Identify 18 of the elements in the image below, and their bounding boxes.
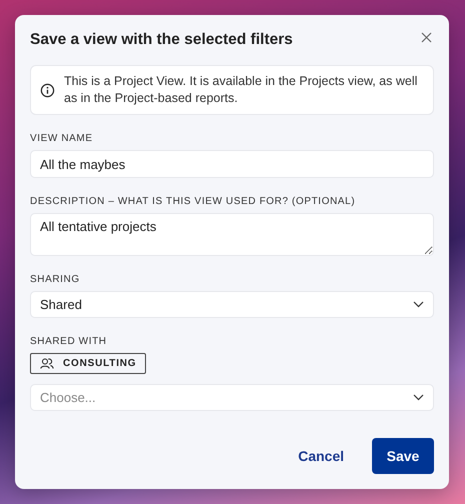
shared-with-dropdown[interactable]: Choose... xyxy=(30,384,434,411)
chevron-down-icon xyxy=(413,301,424,308)
chevron-down-icon xyxy=(413,394,424,401)
field-label: SHARING xyxy=(30,274,81,285)
close-icon[interactable] xyxy=(421,32,432,43)
description-field[interactable]: All tentative projects xyxy=(30,213,434,256)
field-label: DESCRIPTION – WHAT IS THIS VIEW USED FOR? (OPTIONAL) xyxy=(30,196,356,207)
view-name-field[interactable]: All the maybes xyxy=(30,150,434,178)
dialog-title: Save a view with the selected filters xyxy=(30,31,293,49)
field-label: VIEW NAME xyxy=(30,133,94,144)
group-tag[interactable]: CONSULTING xyxy=(30,353,146,374)
field-label: SHARED WITH xyxy=(30,336,108,347)
info-text: This is a Project View. It is available in the Projects view, as well as in the Project-based reports. xyxy=(64,73,418,107)
sharing-dropdown[interactable]: Shared xyxy=(30,291,434,318)
people-icon xyxy=(40,358,54,369)
info-icon xyxy=(40,82,55,98)
cancel-button[interactable]: Cancel xyxy=(298,440,344,472)
save-button[interactable]: Save xyxy=(372,438,434,474)
